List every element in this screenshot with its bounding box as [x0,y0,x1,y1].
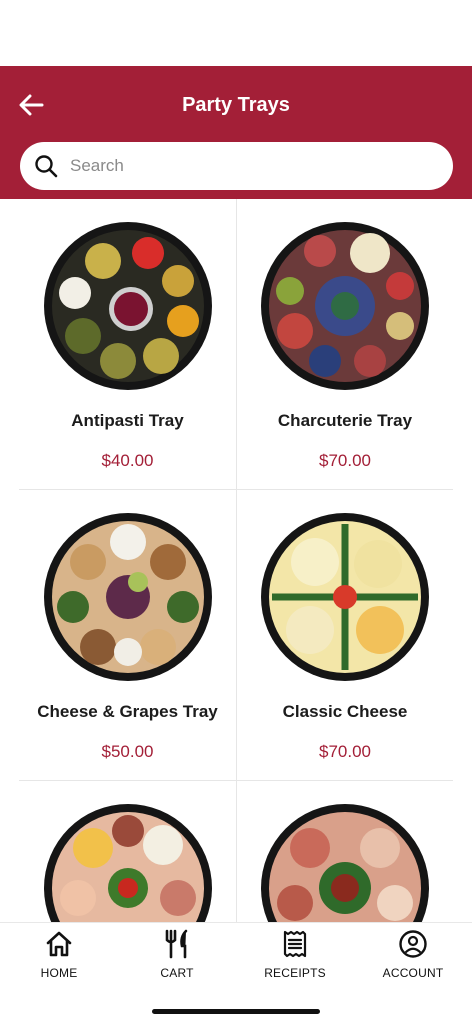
product-price: $40.00 [101,451,154,470]
product-name: Antipasti Tray [71,411,184,430]
product-card[interactable]: Charcuterie Tray $70.00 [236,199,453,490]
nav-cart-label: CART [160,966,194,980]
app-header: Party Trays [0,66,472,199]
product-price: $70.00 [319,742,371,761]
account-icon [399,930,427,958]
product-grid: Antipasti Tray $40.00 Charcuterie Tray $… [0,199,472,922]
product-card[interactable] [19,781,236,922]
fork-knife-icon [165,929,188,959]
home-indicator[interactable] [152,1009,320,1014]
search-bar[interactable] [20,142,453,190]
classic-cheese-tray-image [261,513,429,681]
search-input[interactable] [70,156,430,176]
status-bar [0,0,472,66]
search-icon [34,154,58,178]
nav-home[interactable]: HOME [14,929,104,989]
nav-receipts-label: RECEIPTS [264,966,326,980]
product-card[interactable]: Cheese & Grapes Tray $50.00 [19,490,236,781]
product-card[interactable] [236,781,453,922]
nav-account[interactable]: ACCOUNT [368,929,458,989]
product-card[interactable]: Antipasti Tray $40.00 [19,199,236,490]
product-name: Charcuterie Tray [277,411,413,430]
product-price: $50.00 [101,742,154,761]
page-title: Party Trays [182,94,290,116]
product-price: $70.00 [319,451,371,470]
home-icon [46,931,72,957]
sub-meat-tray-image [261,804,429,922]
meat-cheese-tray-image [43,804,212,922]
product-name: Classic Cheese [282,702,408,721]
charcuterie-tray-image [261,222,429,390]
product-name: Cheese & Grapes Tray [37,702,218,721]
receipt-icon [283,930,307,958]
nav-home-label: HOME [40,966,78,980]
nav-account-label: ACCOUNT [382,966,444,980]
cheese-grapes-tray-image [43,513,212,681]
nav-cart[interactable]: CART [132,929,222,989]
product-card[interactable]: Classic Cheese $70.00 [236,490,453,781]
nav-receipts[interactable]: RECEIPTS [250,929,340,989]
antipasti-tray-image [43,222,212,390]
